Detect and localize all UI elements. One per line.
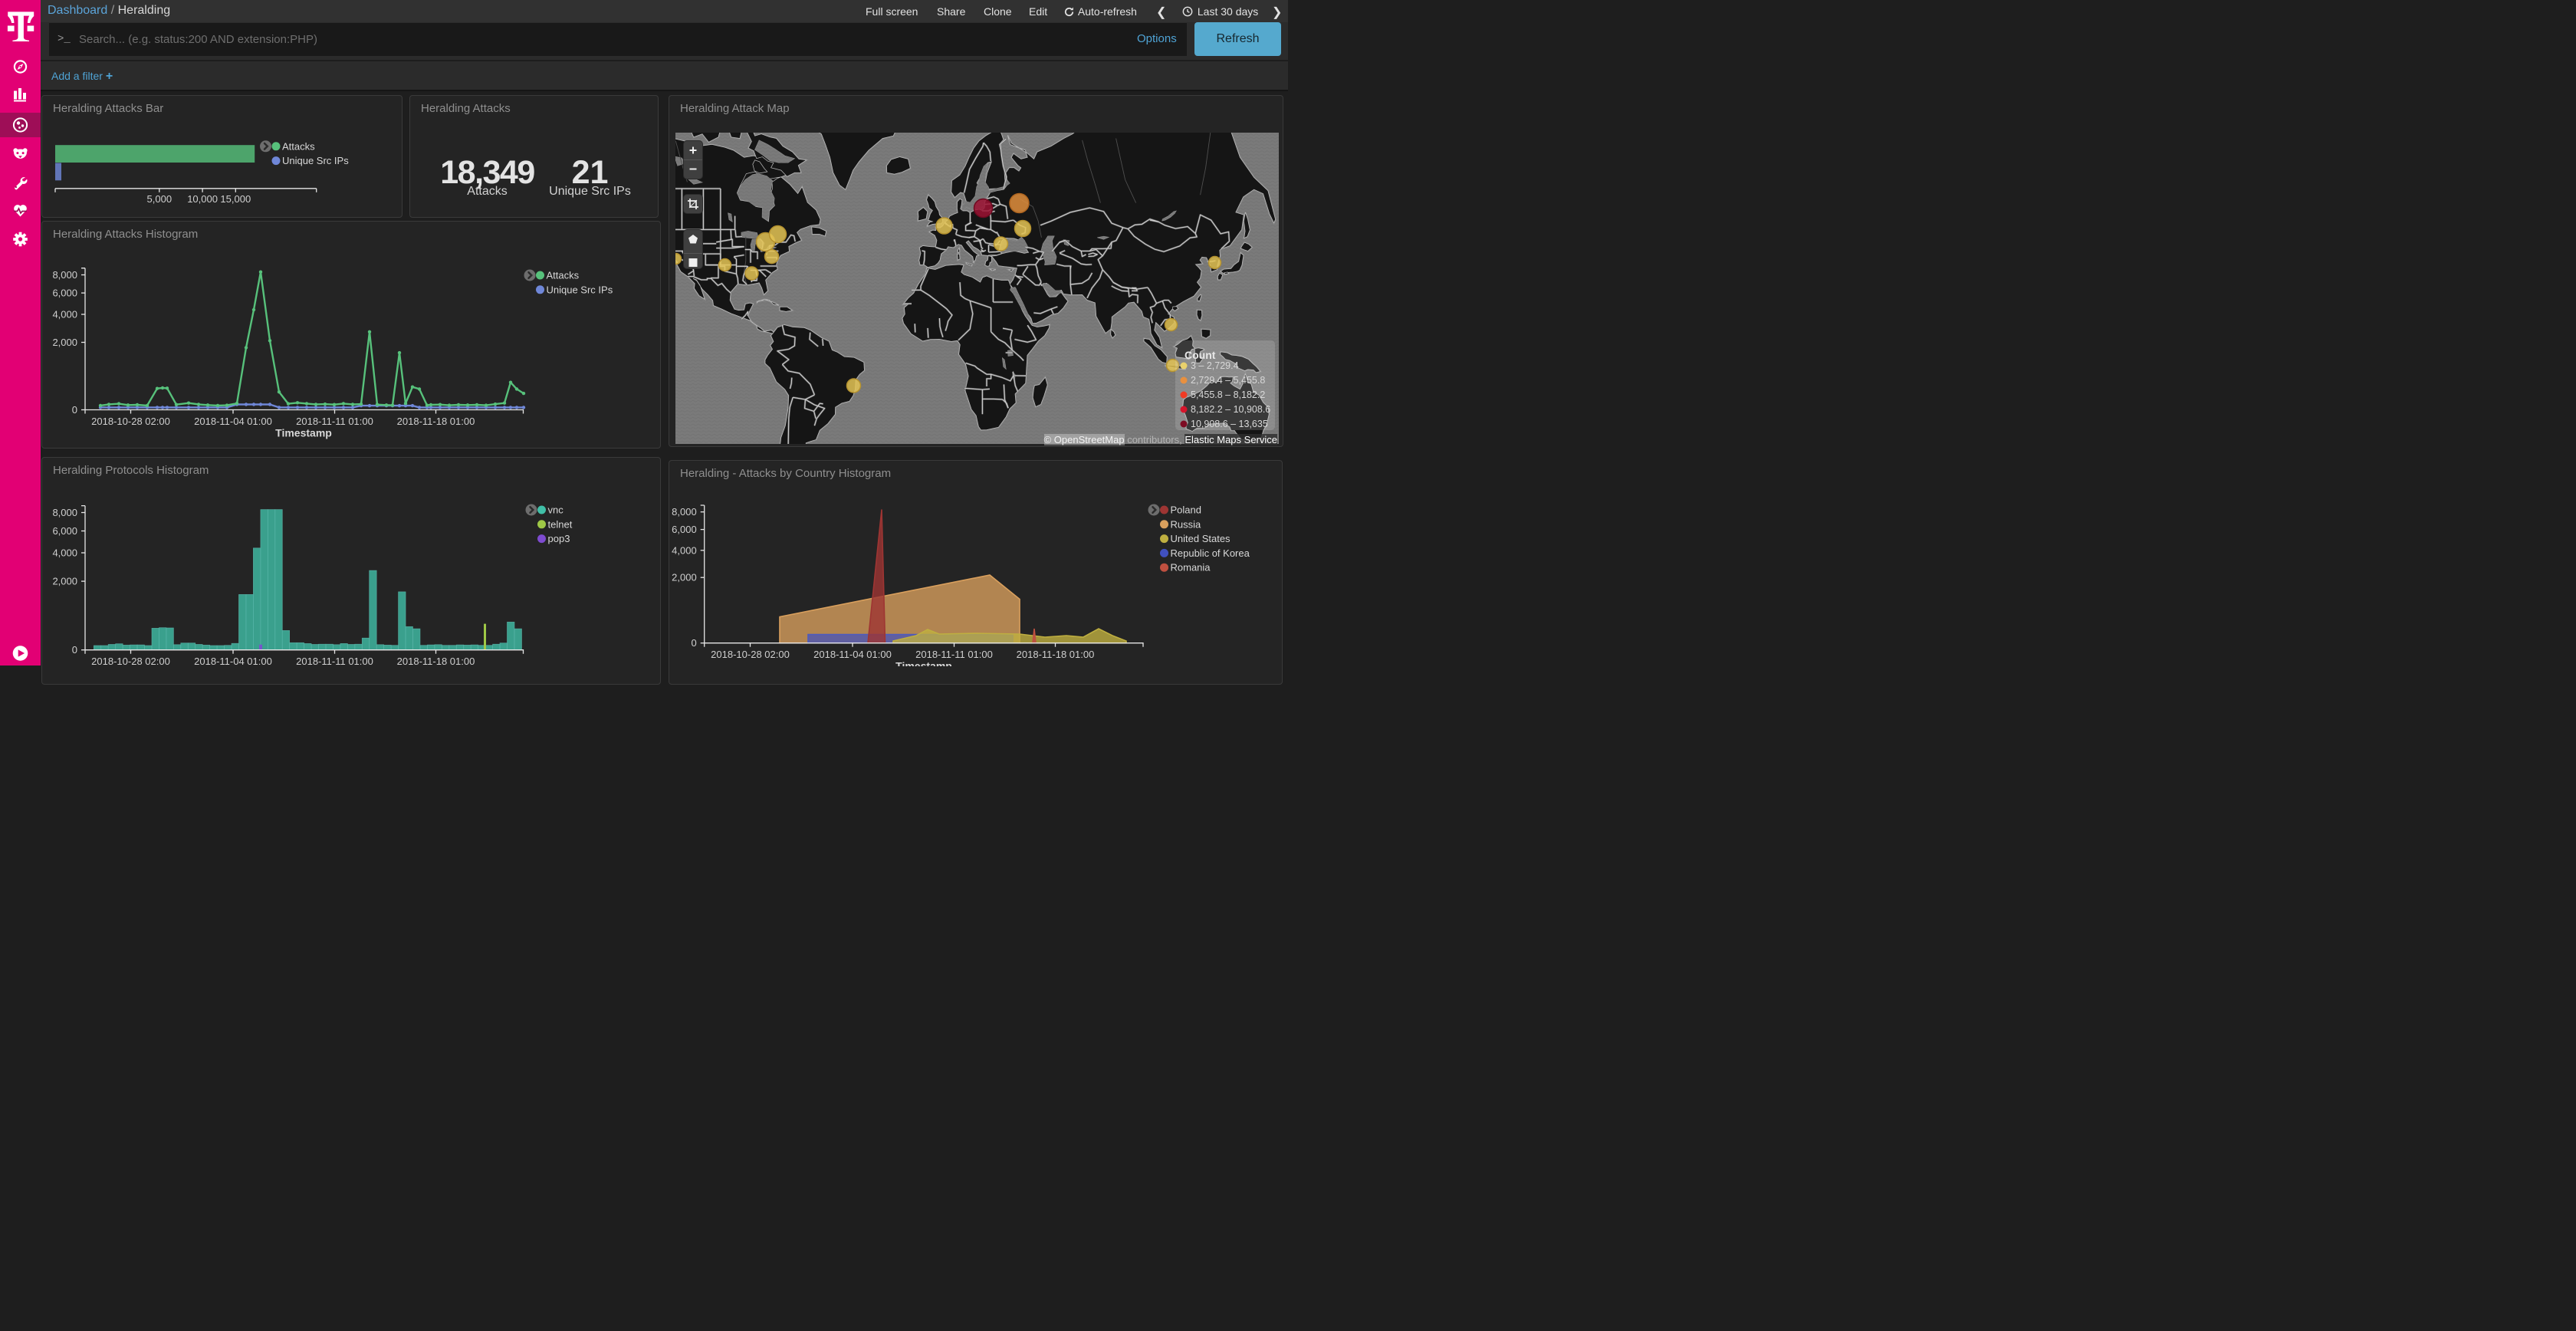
svg-text:Attacks: Attacks bbox=[282, 140, 315, 152]
svg-text:10,908.6 – 13,635: 10,908.6 – 13,635 bbox=[1191, 419, 1268, 429]
svg-text:4,000: 4,000 bbox=[672, 544, 697, 556]
svg-text:2,729.4 – 5,455.8: 2,729.4 – 5,455.8 bbox=[1191, 375, 1265, 386]
svg-text:4,000: 4,000 bbox=[52, 309, 77, 320]
svg-text:6,000: 6,000 bbox=[52, 288, 77, 299]
svg-text:0: 0 bbox=[72, 404, 77, 416]
svg-text:5,455.8 – 8,182.2: 5,455.8 – 8,182.2 bbox=[1191, 389, 1265, 400]
svg-text:2018-11-11 01:00: 2018-11-11 01:00 bbox=[296, 416, 373, 427]
svg-text:2018-11-11 01:00: 2018-11-11 01:00 bbox=[296, 656, 373, 666]
svg-text:vnc: vnc bbox=[548, 504, 564, 516]
svg-text:15,000: 15,000 bbox=[220, 193, 251, 205]
svg-text:Unique Src IPs: Unique Src IPs bbox=[282, 155, 349, 166]
svg-text:6,000: 6,000 bbox=[672, 524, 697, 535]
svg-text:Republic of Korea: Republic of Korea bbox=[1171, 547, 1250, 559]
svg-text:8,000: 8,000 bbox=[52, 507, 77, 518]
svg-text:2018-11-18 01:00: 2018-11-18 01:00 bbox=[397, 416, 475, 427]
svg-text:Poland: Poland bbox=[1171, 504, 1201, 516]
svg-text:Timestamp: Timestamp bbox=[275, 427, 332, 439]
svg-text:6,000: 6,000 bbox=[52, 525, 77, 537]
svg-text:2018-11-04 01:00: 2018-11-04 01:00 bbox=[194, 416, 272, 427]
svg-text:Romania: Romania bbox=[1171, 562, 1211, 573]
svg-text:pop3: pop3 bbox=[548, 533, 570, 544]
svg-text:2,000: 2,000 bbox=[672, 572, 697, 583]
svg-text:2018-11-11 01:00: 2018-11-11 01:00 bbox=[915, 649, 993, 660]
svg-text:2,000: 2,000 bbox=[52, 576, 77, 587]
svg-text:8,000: 8,000 bbox=[672, 506, 697, 518]
svg-text:4,000: 4,000 bbox=[52, 547, 77, 559]
svg-text:Unique Src IPs: Unique Src IPs bbox=[547, 284, 613, 295]
svg-text:10,000: 10,000 bbox=[187, 193, 218, 205]
svg-text:8,182.2 – 10,908.6: 8,182.2 – 10,908.6 bbox=[1191, 404, 1270, 415]
svg-text:telnet: telnet bbox=[548, 518, 573, 530]
svg-text:0: 0 bbox=[72, 644, 77, 656]
svg-text:United States: United States bbox=[1171, 533, 1231, 544]
svg-text:2018-11-04 01:00: 2018-11-04 01:00 bbox=[813, 649, 892, 660]
svg-text:8,000: 8,000 bbox=[52, 269, 77, 281]
svg-text:Russia: Russia bbox=[1171, 518, 1202, 530]
svg-text:2018-11-18 01:00: 2018-11-18 01:00 bbox=[397, 656, 475, 666]
svg-text:2018-10-28 02:00: 2018-10-28 02:00 bbox=[91, 416, 170, 427]
svg-text:Timestamp: Timestamp bbox=[895, 660, 952, 666]
svg-text:2,000: 2,000 bbox=[52, 337, 77, 348]
svg-text:3 – 2,729.4: 3 – 2,729.4 bbox=[1191, 360, 1239, 371]
svg-text:2018-10-28 02:00: 2018-10-28 02:00 bbox=[91, 656, 170, 666]
svg-text:0: 0 bbox=[691, 637, 696, 649]
svg-text:2018-11-04 01:00: 2018-11-04 01:00 bbox=[194, 656, 272, 666]
svg-text:2018-10-28 02:00: 2018-10-28 02:00 bbox=[711, 649, 790, 660]
svg-text:Attacks: Attacks bbox=[547, 270, 580, 281]
svg-text:2018-11-18 01:00: 2018-11-18 01:00 bbox=[1017, 649, 1095, 660]
svg-text:5,000: 5,000 bbox=[147, 193, 172, 205]
